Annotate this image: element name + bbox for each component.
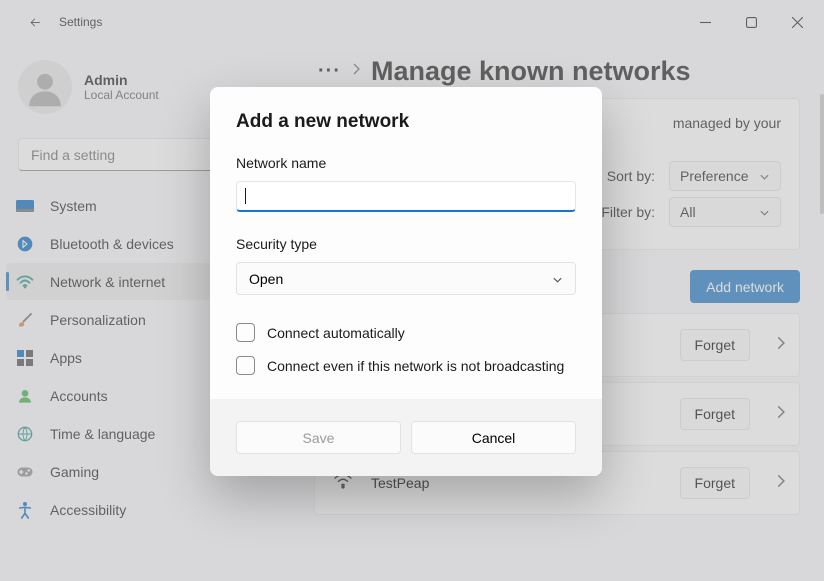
connect-hidden-checkbox[interactable]: Connect even if this network is not broa…	[236, 356, 576, 375]
security-type-select[interactable]: Open	[236, 262, 576, 295]
checkbox-box	[236, 356, 255, 375]
add-network-dialog: Add a new network Network name Security …	[210, 87, 602, 476]
network-name-label: Network name	[236, 155, 576, 171]
cancel-button[interactable]: Cancel	[411, 421, 576, 454]
modal-overlay: Add a new network Network name Security …	[0, 0, 824, 581]
checkbox-label: Connect automatically	[267, 325, 405, 341]
security-type-label: Security type	[236, 236, 576, 252]
save-button[interactable]: Save	[236, 421, 401, 454]
checkbox-label: Connect even if this network is not broa…	[267, 358, 564, 374]
connect-auto-checkbox[interactable]: Connect automatically	[236, 323, 576, 342]
checkbox-box	[236, 323, 255, 342]
network-name-input[interactable]	[236, 181, 576, 212]
chevron-down-icon	[552, 271, 563, 287]
dialog-title: Add a new network	[236, 111, 576, 133]
